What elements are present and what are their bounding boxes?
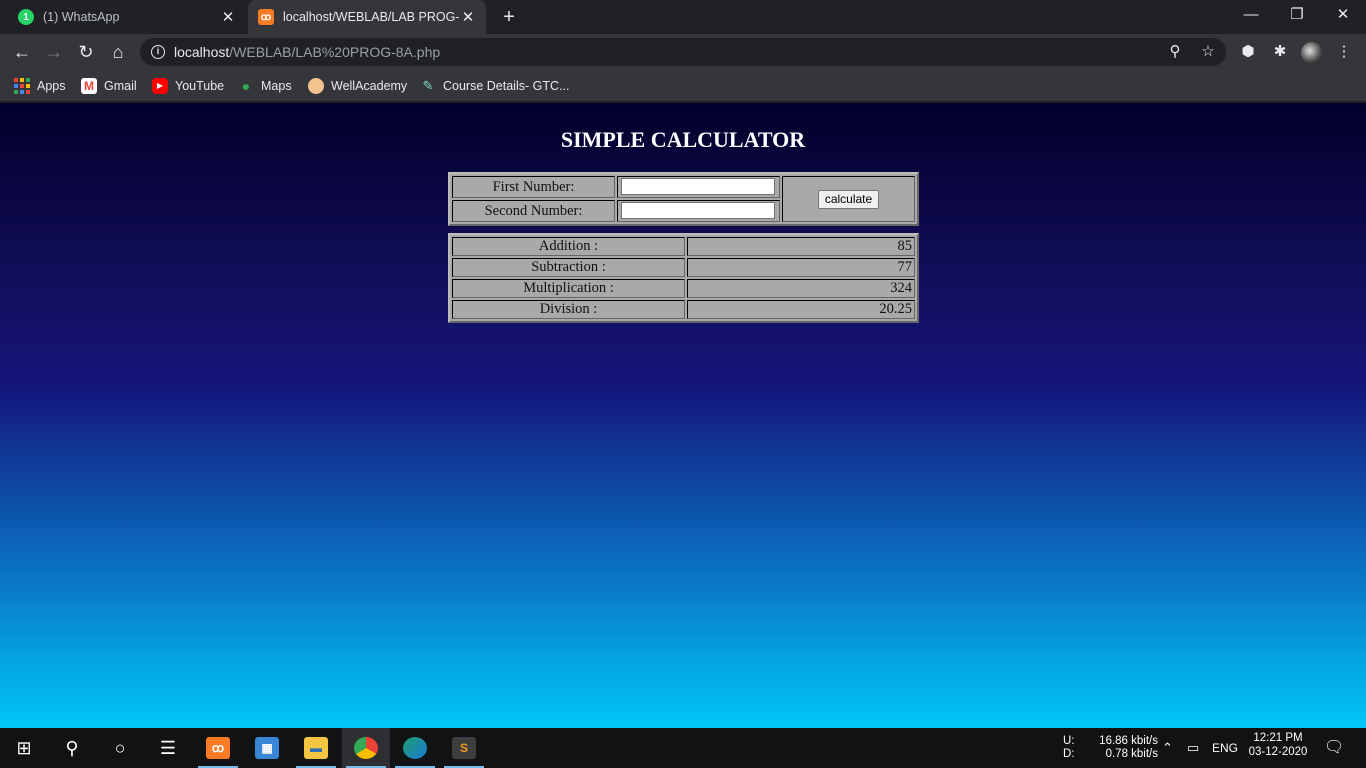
- close-tab-icon[interactable]: ✕: [460, 8, 476, 26]
- result-label: Subtraction :: [452, 258, 685, 277]
- bookmark-label: Apps: [37, 79, 66, 93]
- close-tab-icon[interactable]: ✕: [220, 8, 236, 26]
- apps-grid-icon: [14, 78, 30, 94]
- extension-cube-icon[interactable]: ⬢: [1238, 42, 1258, 62]
- restore-icon[interactable]: ❐: [1274, 0, 1320, 30]
- result-row-multiplication: Multiplication : 324: [452, 279, 915, 298]
- page-content: SIMPLE CALCULATOR First Number: calculat…: [0, 103, 1366, 728]
- bookmark-youtube[interactable]: ▶ YouTube: [152, 76, 224, 96]
- address-bar[interactable]: i localhost/WEBLAB/LAB%20PROG-8A.php ⚲ ☆: [140, 38, 1226, 66]
- download-speed: 0.78 kbit/s: [1105, 748, 1158, 760]
- gmail-icon: M: [81, 78, 97, 94]
- clock-time: 12:21 PM: [1253, 732, 1303, 744]
- edge-icon[interactable]: [391, 728, 439, 768]
- second-number-cell: [617, 200, 780, 222]
- page-title: SIMPLE CALCULATOR: [560, 127, 806, 152]
- course-icon: ✎: [422, 78, 434, 93]
- browser-toolbar: ← → ↻ ⌂ i localhost/WEBLAB/LAB%20PROG-8A…: [0, 34, 1366, 70]
- second-number-input[interactable]: [621, 202, 775, 219]
- bookmark-apps[interactable]: Apps: [14, 76, 66, 96]
- bookmark-label: Course Details- GTC...: [443, 79, 570, 93]
- result-label: Addition :: [452, 237, 685, 256]
- site-info-icon[interactable]: i: [151, 45, 165, 59]
- forward-icon[interactable]: →: [40, 38, 68, 66]
- calculator-form: First Number: calculate Second Number:: [448, 172, 919, 226]
- window-close-icon[interactable]: ✕: [1320, 0, 1366, 30]
- calculate-button[interactable]: calculate: [817, 189, 880, 209]
- bookmark-maps[interactable]: ● Maps: [238, 76, 292, 96]
- upload-speed: 16.86 kbit/s: [1099, 735, 1158, 747]
- result-label: Multiplication :: [452, 279, 685, 298]
- xampp-icon: ꝏ: [258, 9, 274, 25]
- first-number-input[interactable]: [621, 178, 775, 195]
- chrome-taskbar-icon[interactable]: [342, 728, 390, 768]
- upload-label: U:: [1063, 735, 1075, 747]
- file-explorer-icon[interactable]: ▬: [292, 728, 340, 768]
- second-number-label: Second Number:: [452, 200, 615, 222]
- result-value: 324: [687, 279, 915, 298]
- profile-avatar[interactable]: [1301, 42, 1323, 64]
- maps-pin-icon: ●: [241, 78, 251, 94]
- bookmark-wellacademy[interactable]: WellAcademy: [308, 76, 407, 96]
- bookmark-label: Maps: [261, 79, 292, 93]
- search-icon[interactable]: ⚲: [48, 728, 96, 768]
- result-value: 77: [687, 258, 915, 277]
- first-number-label: First Number:: [452, 176, 615, 198]
- result-label: Division :: [452, 300, 685, 319]
- bookmark-label: WellAcademy: [331, 79, 408, 93]
- youtube-icon: ▶: [152, 78, 168, 94]
- network-speed: U: 16.86 kbit/s D: 0.78 kbit/s: [1063, 728, 1163, 768]
- result-row-division: Division : 20.25: [452, 300, 915, 319]
- tab-whatsapp[interactable]: 1 (1) WhatsApp ✕: [8, 0, 246, 34]
- bookmark-gmail[interactable]: M Gmail: [81, 76, 137, 96]
- clock-date: 03-12-2020: [1248, 746, 1308, 758]
- meet-now-icon[interactable]: ▭: [1187, 728, 1203, 768]
- zoom-icon[interactable]: ⚲: [1165, 42, 1185, 62]
- tab-lab-prog[interactable]: ꝏ localhost/WEBLAB/LAB PROG-8A ✕: [248, 0, 486, 34]
- result-value: 20.25: [687, 300, 915, 319]
- back-icon[interactable]: ←: [8, 38, 36, 66]
- button-cell: calculate: [782, 176, 915, 222]
- download-label: D:: [1063, 748, 1075, 760]
- menu-kebab-icon[interactable]: ⋮: [1334, 42, 1354, 62]
- result-value: 85: [687, 237, 915, 256]
- bookmark-star-icon[interactable]: ☆: [1198, 42, 1218, 62]
- bookmarks-bar: Apps M Gmail ▶ YouTube ● Maps WellAcadem…: [0, 70, 1366, 102]
- tab-title: localhost/WEBLAB/LAB PROG-8A: [283, 10, 460, 24]
- result-row-subtraction: Subtraction : 77: [452, 258, 915, 277]
- windows-taskbar: ⊞ ⚲ ○ ☰ ꝏ ▦ ▬ S U: 16.86 kbit/s D: 0.78 …: [0, 728, 1366, 768]
- result-row-addition: Addition : 85: [452, 237, 915, 256]
- url-host: localhost: [174, 44, 230, 60]
- new-tab-button[interactable]: +: [498, 6, 520, 28]
- task-view-icon[interactable]: ☰: [144, 728, 192, 768]
- bookmark-label: Gmail: [104, 79, 137, 93]
- xampp-taskbar-icon[interactable]: ꝏ: [194, 728, 242, 768]
- whatsapp-icon: 1: [18, 9, 34, 25]
- wellacademy-icon: [308, 78, 324, 94]
- reload-icon[interactable]: ↻: [72, 38, 100, 66]
- sublime-text-icon[interactable]: S: [440, 728, 488, 768]
- home-icon[interactable]: ⌂: [104, 38, 132, 66]
- notification-icon[interactable]: 🗨: [1324, 728, 1344, 768]
- bookmark-course-details[interactable]: ✎ Course Details- GTC...: [420, 76, 570, 96]
- first-number-cell: [617, 176, 780, 198]
- results-table: Addition : 85 Subtraction : 77 Multiplic…: [448, 233, 919, 323]
- windows-start-icon[interactable]: ⊞: [0, 728, 48, 768]
- clock[interactable]: 12:21 PM 03-12-2020: [1238, 728, 1318, 768]
- cortana-icon[interactable]: ○: [96, 728, 144, 768]
- store-icon[interactable]: ▦: [243, 728, 291, 768]
- bookmark-label: YouTube: [175, 79, 225, 93]
- tab-title: (1) WhatsApp: [43, 10, 120, 24]
- minimize-icon[interactable]: —: [1228, 0, 1274, 30]
- url-path: /WEBLAB/LAB%20PROG-8A.php: [229, 44, 441, 60]
- chevron-up-icon[interactable]: ⌃: [1162, 728, 1180, 768]
- extensions-puzzle-icon[interactable]: ✱: [1270, 42, 1290, 62]
- tab-strip: 1 (1) WhatsApp ✕ ꝏ localhost/WEBLAB/LAB …: [0, 0, 1366, 34]
